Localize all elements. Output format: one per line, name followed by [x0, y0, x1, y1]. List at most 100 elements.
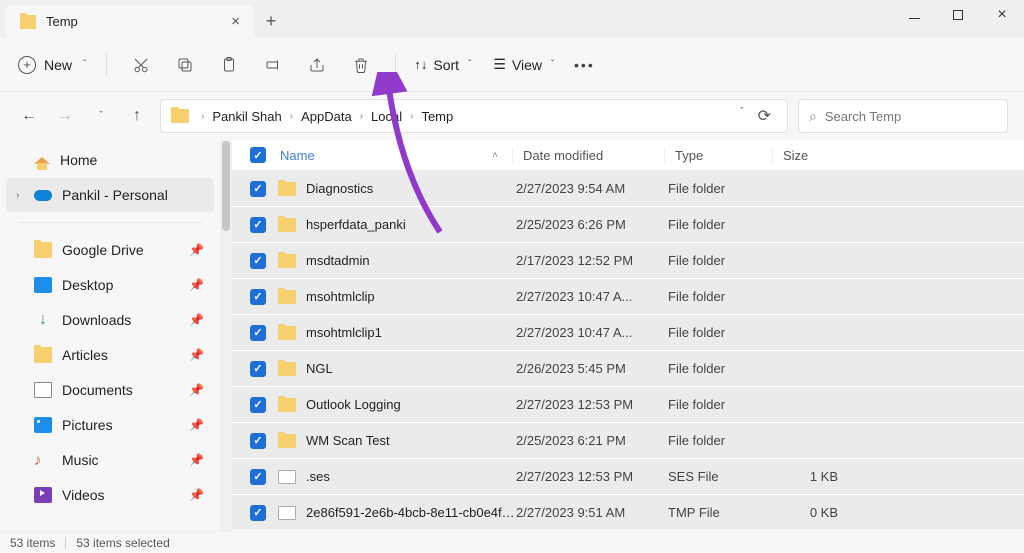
toolbar: + New ˇ ↑↓ Sort ˇ ☰ View ˇ ••• — [0, 38, 1024, 92]
file-date: 2/26/2023 5:45 PM — [516, 361, 668, 376]
sidebar-item-music[interactable]: ♪ Music 📌 — [6, 443, 214, 477]
column-headers: Name ˄ Date modified Type Size — [232, 140, 1024, 171]
up-button[interactable]: ↑ — [124, 103, 150, 129]
folder-icon — [34, 347, 52, 363]
file-type: File folder — [668, 433, 776, 448]
sidebar-item-drive[interactable]: Google Drive 📌 — [6, 233, 214, 267]
file-date: 2/27/2023 12:53 PM — [516, 397, 668, 412]
forward-button[interactable]: → — [52, 103, 78, 129]
row-checkbox[interactable] — [250, 181, 266, 197]
file-size: 1 KB — [776, 469, 846, 484]
chevron-down-icon: ˇ — [468, 59, 471, 70]
folder-icon — [278, 434, 296, 448]
column-header-type[interactable]: Type — [664, 148, 772, 163]
pin-icon: 📌 — [189, 278, 204, 292]
row-checkbox[interactable] — [250, 361, 266, 377]
sidebar-item-videos[interactable]: Videos 📌 — [6, 478, 214, 512]
breadcrumb[interactable]: Temp — [421, 109, 453, 124]
row-checkbox[interactable] — [250, 469, 266, 485]
address-bar[interactable]: › Pankil Shah › AppData › Local › Temp ˇ… — [160, 99, 788, 133]
row-checkbox[interactable] — [250, 325, 266, 341]
sort-label: Sort — [433, 57, 459, 73]
active-tab[interactable]: Temp × — [6, 5, 254, 38]
sidebar-item-label: Home — [60, 152, 97, 168]
address-dropdown-icon[interactable]: ˇ — [740, 106, 744, 126]
file-row[interactable]: 2e86f591-2e6b-4bcb-8e11-cb0e4fa46...2/27… — [232, 495, 1024, 530]
sidebar-scrollbar[interactable] — [220, 140, 232, 531]
close-window-button[interactable]: × — [980, 0, 1024, 30]
sidebar-item-pictures[interactable]: Pictures 📌 — [6, 408, 214, 442]
file-date: 2/27/2023 10:47 A... — [516, 289, 668, 304]
sidebar-item-documents[interactable]: Documents 📌 — [6, 373, 214, 407]
file-type: File folder — [668, 325, 776, 340]
row-checkbox[interactable] — [250, 289, 266, 305]
sidebar-item-home[interactable]: Home — [6, 143, 214, 177]
paste-button[interactable] — [213, 49, 245, 81]
new-tab-button[interactable]: + — [254, 5, 288, 38]
back-button[interactable]: ← — [16, 103, 42, 129]
sidebar-item-desktop[interactable]: Desktop 📌 — [6, 268, 214, 302]
sidebar-item-label: Google Drive — [62, 242, 144, 258]
row-checkbox[interactable] — [250, 397, 266, 413]
file-row[interactable]: hsperfdata_panki2/25/2023 6:26 PMFile fo… — [232, 207, 1024, 242]
row-checkbox[interactable] — [250, 253, 266, 269]
recent-dropdown[interactable]: ˇ — [88, 103, 114, 129]
file-type: SES File — [668, 469, 776, 484]
rename-button[interactable] — [257, 49, 289, 81]
delete-button[interactable] — [345, 49, 377, 81]
refresh-button[interactable]: ⟳ — [758, 106, 771, 126]
column-header-name[interactable]: Name ˄ — [280, 148, 512, 163]
sidebar-item-downloads[interactable]: ↓ Downloads 📌 — [6, 303, 214, 337]
file-row[interactable]: .ses2/27/2023 12:53 PMSES File1 KB — [232, 459, 1024, 494]
file-name: WM Scan Test — [306, 433, 516, 448]
search-box[interactable]: ⌕ — [798, 99, 1008, 133]
file-row[interactable]: Outlook Logging2/27/2023 12:53 PMFile fo… — [232, 387, 1024, 422]
file-name: .ses — [306, 469, 516, 484]
file-row[interactable]: WM Scan Test2/25/2023 6:21 PMFile folder — [232, 423, 1024, 458]
view-menu-button[interactable]: ☰ View ˇ — [487, 52, 560, 77]
column-header-size[interactable]: Size — [772, 148, 850, 163]
file-size: 0 KB — [776, 505, 846, 520]
chevron-right-icon[interactable]: › — [16, 190, 19, 201]
share-button[interactable] — [301, 49, 333, 81]
row-checkbox[interactable] — [250, 433, 266, 449]
breadcrumb[interactable]: Pankil Shah — [212, 109, 281, 124]
file-date: 2/25/2023 6:21 PM — [516, 433, 668, 448]
more-menu-button[interactable]: ••• — [568, 49, 600, 81]
close-tab-icon[interactable]: × — [231, 13, 240, 30]
new-label: New — [44, 57, 72, 73]
chevron-right-icon: › — [360, 111, 363, 122]
sort-menu-button[interactable]: ↑↓ Sort ˇ — [408, 53, 477, 77]
row-checkbox[interactable] — [250, 217, 266, 233]
breadcrumb[interactable]: Local — [371, 109, 402, 124]
file-row[interactable]: Diagnostics2/27/2023 9:54 AMFile folder — [232, 171, 1024, 206]
folder-icon — [278, 218, 296, 232]
file-name: 2e86f591-2e6b-4bcb-8e11-cb0e4fa46... — [306, 505, 516, 520]
row-checkbox[interactable] — [250, 505, 266, 521]
new-menu-button[interactable]: + New ˇ — [10, 52, 94, 78]
file-row[interactable]: msdtadmin2/17/2023 12:52 PMFile folder — [232, 243, 1024, 278]
window-controls: × — [892, 0, 1024, 30]
chevron-right-icon: › — [410, 111, 413, 122]
copy-button[interactable] — [169, 49, 201, 81]
breadcrumb[interactable]: AppData — [301, 109, 352, 124]
video-icon — [34, 487, 52, 503]
search-input[interactable] — [825, 109, 1001, 124]
column-header-date[interactable]: Date modified — [512, 148, 664, 163]
sidebar-item-label: Desktop — [62, 277, 113, 293]
file-row[interactable]: msohtmlclip2/27/2023 10:47 A...File fold… — [232, 279, 1024, 314]
pictures-icon — [34, 417, 52, 433]
file-date: 2/27/2023 10:47 A... — [516, 325, 668, 340]
select-all-checkbox[interactable] — [250, 147, 280, 163]
sidebar-item-articles[interactable]: Articles 📌 — [6, 338, 214, 372]
tab-title: Temp — [46, 14, 231, 29]
sidebar-item-onedrive[interactable]: › Pankil - Personal — [6, 178, 214, 212]
file-row[interactable]: msohtmlclip12/27/2023 10:47 A...File fol… — [232, 315, 1024, 350]
pin-icon: 📌 — [189, 418, 204, 432]
maximize-button[interactable] — [936, 0, 980, 30]
minimize-button[interactable] — [892, 0, 936, 30]
search-icon: ⌕ — [809, 108, 817, 125]
cut-button[interactable] — [125, 49, 157, 81]
folder-icon — [278, 362, 296, 376]
file-row[interactable]: NGL2/26/2023 5:45 PMFile folder — [232, 351, 1024, 386]
